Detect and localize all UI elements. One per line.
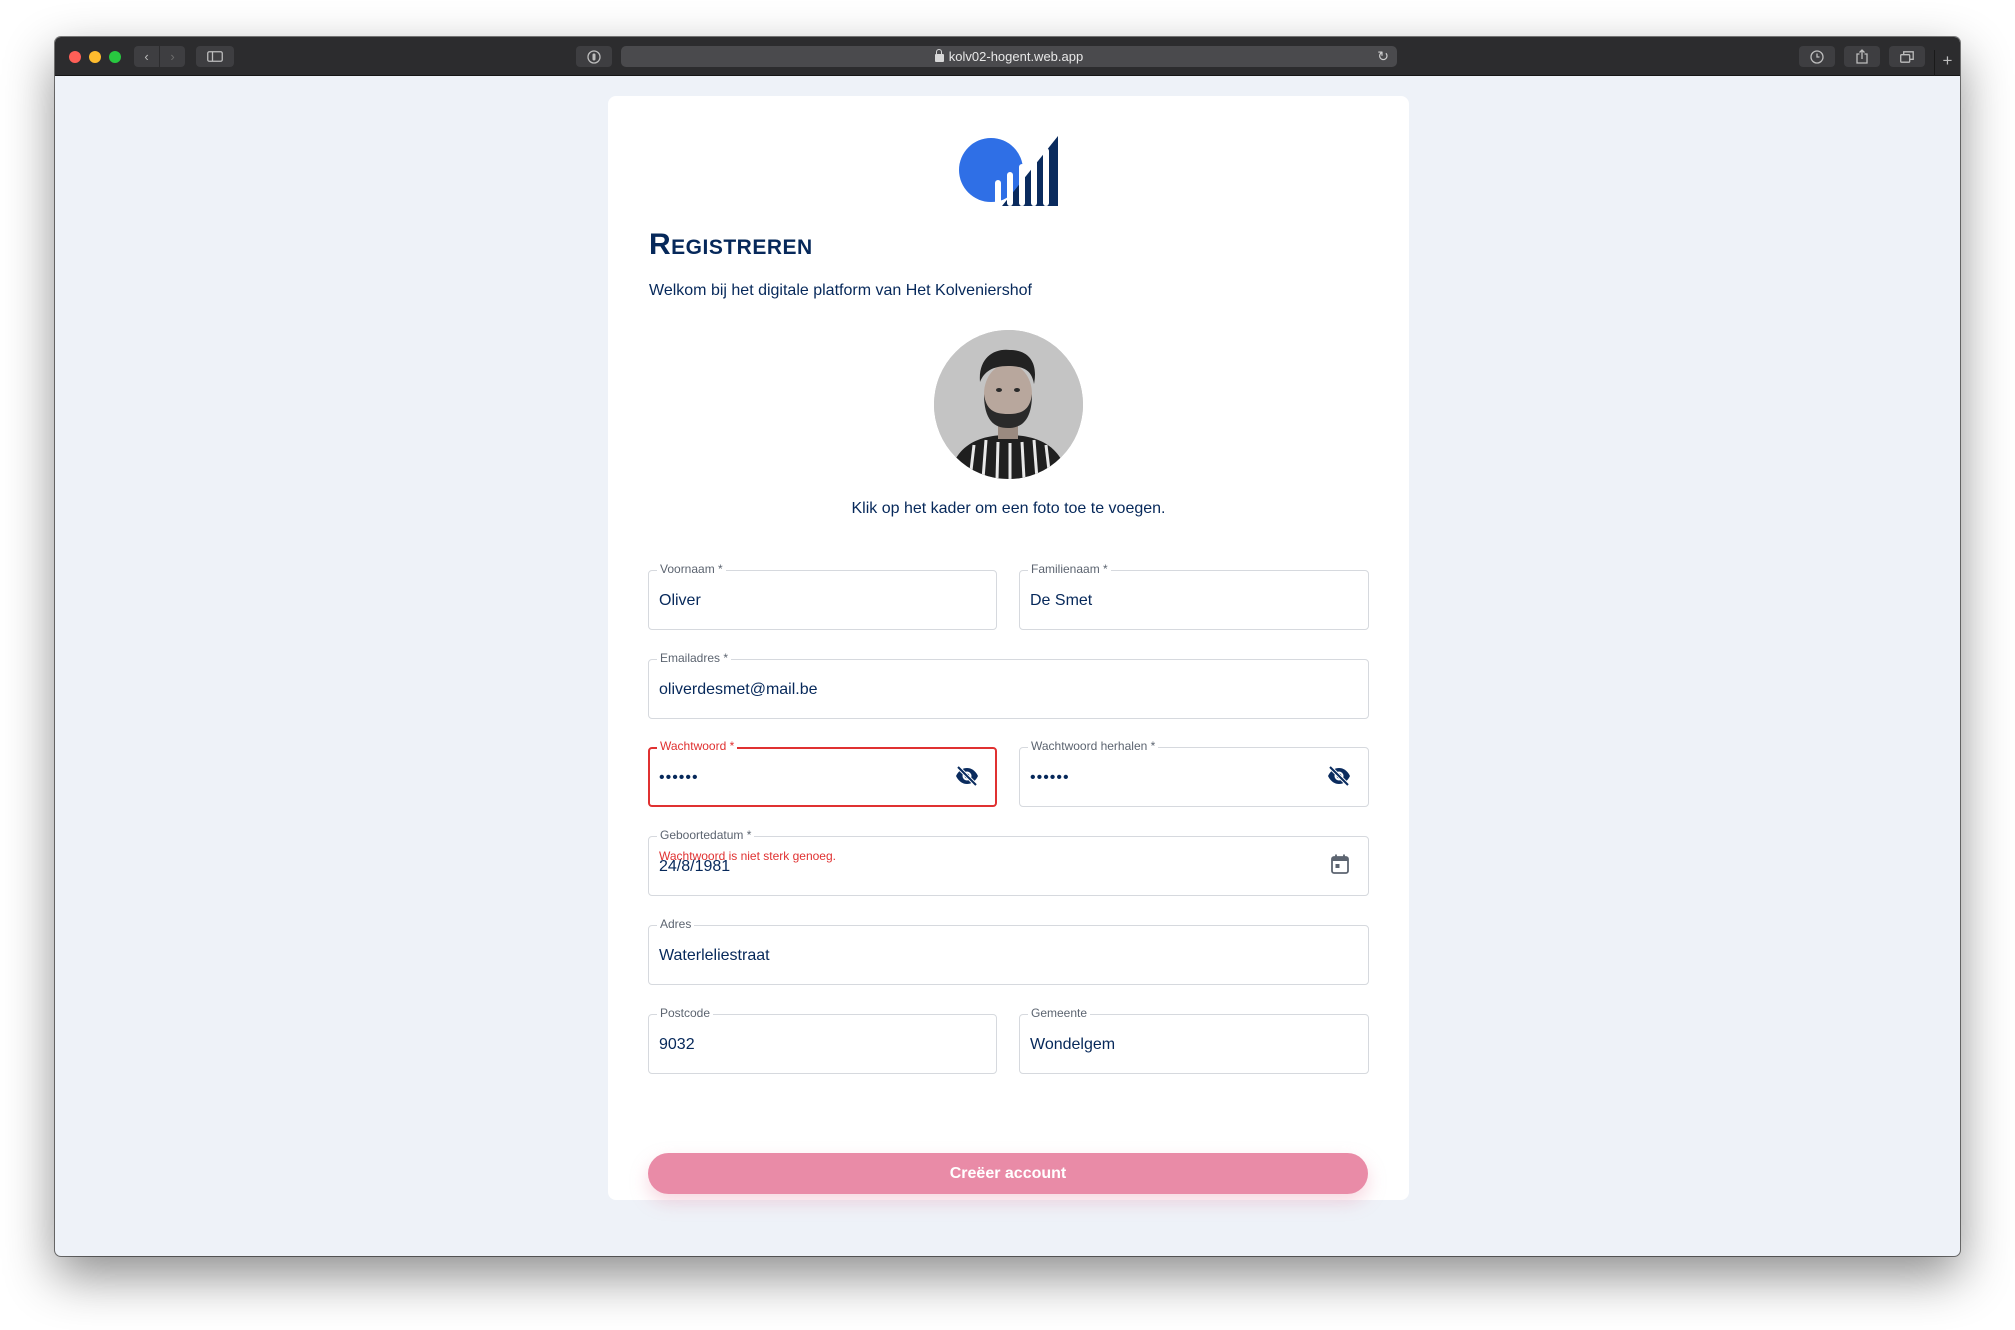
page-title: Registreren (649, 228, 813, 261)
plus-icon: + (1942, 51, 1953, 70)
minimize-window-button[interactable] (89, 51, 101, 63)
voornaam-input[interactable] (659, 590, 947, 612)
create-account-button[interactable]: Creëer account (648, 1153, 1368, 1194)
reload-icon[interactable]: ↻ (1377, 48, 1389, 65)
familienaam-field[interactable]: Familienaam * (1019, 562, 1369, 630)
share-button[interactable] (1844, 46, 1880, 67)
wachtwoord-herhalen-input[interactable]: •••••• (1030, 767, 1319, 789)
chevron-left-icon: ‹ (144, 49, 149, 64)
lock-icon (934, 48, 944, 62)
tab-overview-button[interactable] (1889, 46, 1925, 67)
sidebar-toggle-button[interactable] (196, 46, 234, 67)
privacy-report-button[interactable] (576, 46, 612, 67)
page-subtitle: Welkom bij het digitale platform van Het… (649, 282, 1032, 299)
tabs-icon (1900, 50, 1914, 63)
voornaam-label: Voornaam * (657, 562, 726, 576)
gemeente-field[interactable]: Gemeente (1019, 1006, 1369, 1074)
geboortedatum-label: Geboortedatum * (657, 828, 755, 842)
zoom-window-button[interactable] (109, 51, 121, 63)
sidebar-icon (207, 51, 223, 62)
photo-hint: Klik op het kader om een foto toe te voe… (851, 500, 1166, 517)
clock-icon (1810, 49, 1824, 64)
chevron-right-icon: › (170, 49, 175, 64)
wachtwoord-label: Wachtwoord * (657, 739, 738, 753)
geboortedatum-input[interactable] (659, 856, 1319, 878)
back-button[interactable]: ‹ (134, 46, 159, 67)
adres-field[interactable]: Adres (648, 917, 1369, 985)
familienaam-input[interactable] (1030, 590, 1319, 612)
email-input[interactable] (659, 679, 1319, 701)
email-label: Emailadres * (657, 651, 732, 665)
eye-off-icon[interactable] (1327, 766, 1351, 786)
postcode-input[interactable] (659, 1034, 947, 1056)
share-icon (1856, 49, 1868, 64)
profile-photo-upload[interactable] (934, 330, 1083, 479)
avatar-photo (934, 330, 1083, 479)
adres-label: Adres (657, 917, 695, 931)
browser-window: ‹ › kolv02-hogent.web.app ↻ + Registrere… (55, 37, 1960, 1256)
new-tab-button[interactable]: + (1934, 50, 1960, 76)
register-card: Registreren Welkom bij het digitale plat… (608, 96, 1409, 1200)
gemeente-input[interactable] (1030, 1034, 1319, 1056)
familienaam-label: Familienaam * (1028, 562, 1111, 576)
kolveniershof-logo (959, 136, 1058, 206)
postcode-label: Postcode (657, 1006, 714, 1020)
wachtwoord-field[interactable]: Wachtwoord * •••••• (648, 739, 997, 807)
shield-icon (587, 49, 601, 64)
wachtwoord-input[interactable]: •••••• (659, 767, 947, 789)
gemeente-label: Gemeente (1028, 1006, 1091, 1020)
geboortedatum-field[interactable]: Geboortedatum * (648, 828, 1369, 896)
postcode-field[interactable]: Postcode (648, 1006, 997, 1074)
downloads-button[interactable] (1799, 46, 1835, 67)
email-field[interactable]: Emailadres * (648, 651, 1369, 719)
calendar-icon[interactable] (1331, 854, 1349, 874)
close-window-button[interactable] (69, 51, 81, 63)
forward-button[interactable]: › (160, 46, 185, 67)
wachtwoord-herhalen-field[interactable]: Wachtwoord herhalen * •••••• (1019, 739, 1369, 807)
adres-input[interactable] (659, 945, 1319, 967)
url-text: kolv02-hogent.web.app (948, 49, 1084, 64)
address-bar[interactable]: kolv02-hogent.web.app ↻ (621, 46, 1397, 67)
browser-toolbar: ‹ › kolv02-hogent.web.app ↻ + (55, 37, 1960, 76)
voornaam-field[interactable]: Voornaam * (648, 562, 997, 630)
eye-off-icon[interactable] (955, 766, 979, 786)
wachtwoord-herhalen-label: Wachtwoord herhalen * (1028, 739, 1159, 753)
